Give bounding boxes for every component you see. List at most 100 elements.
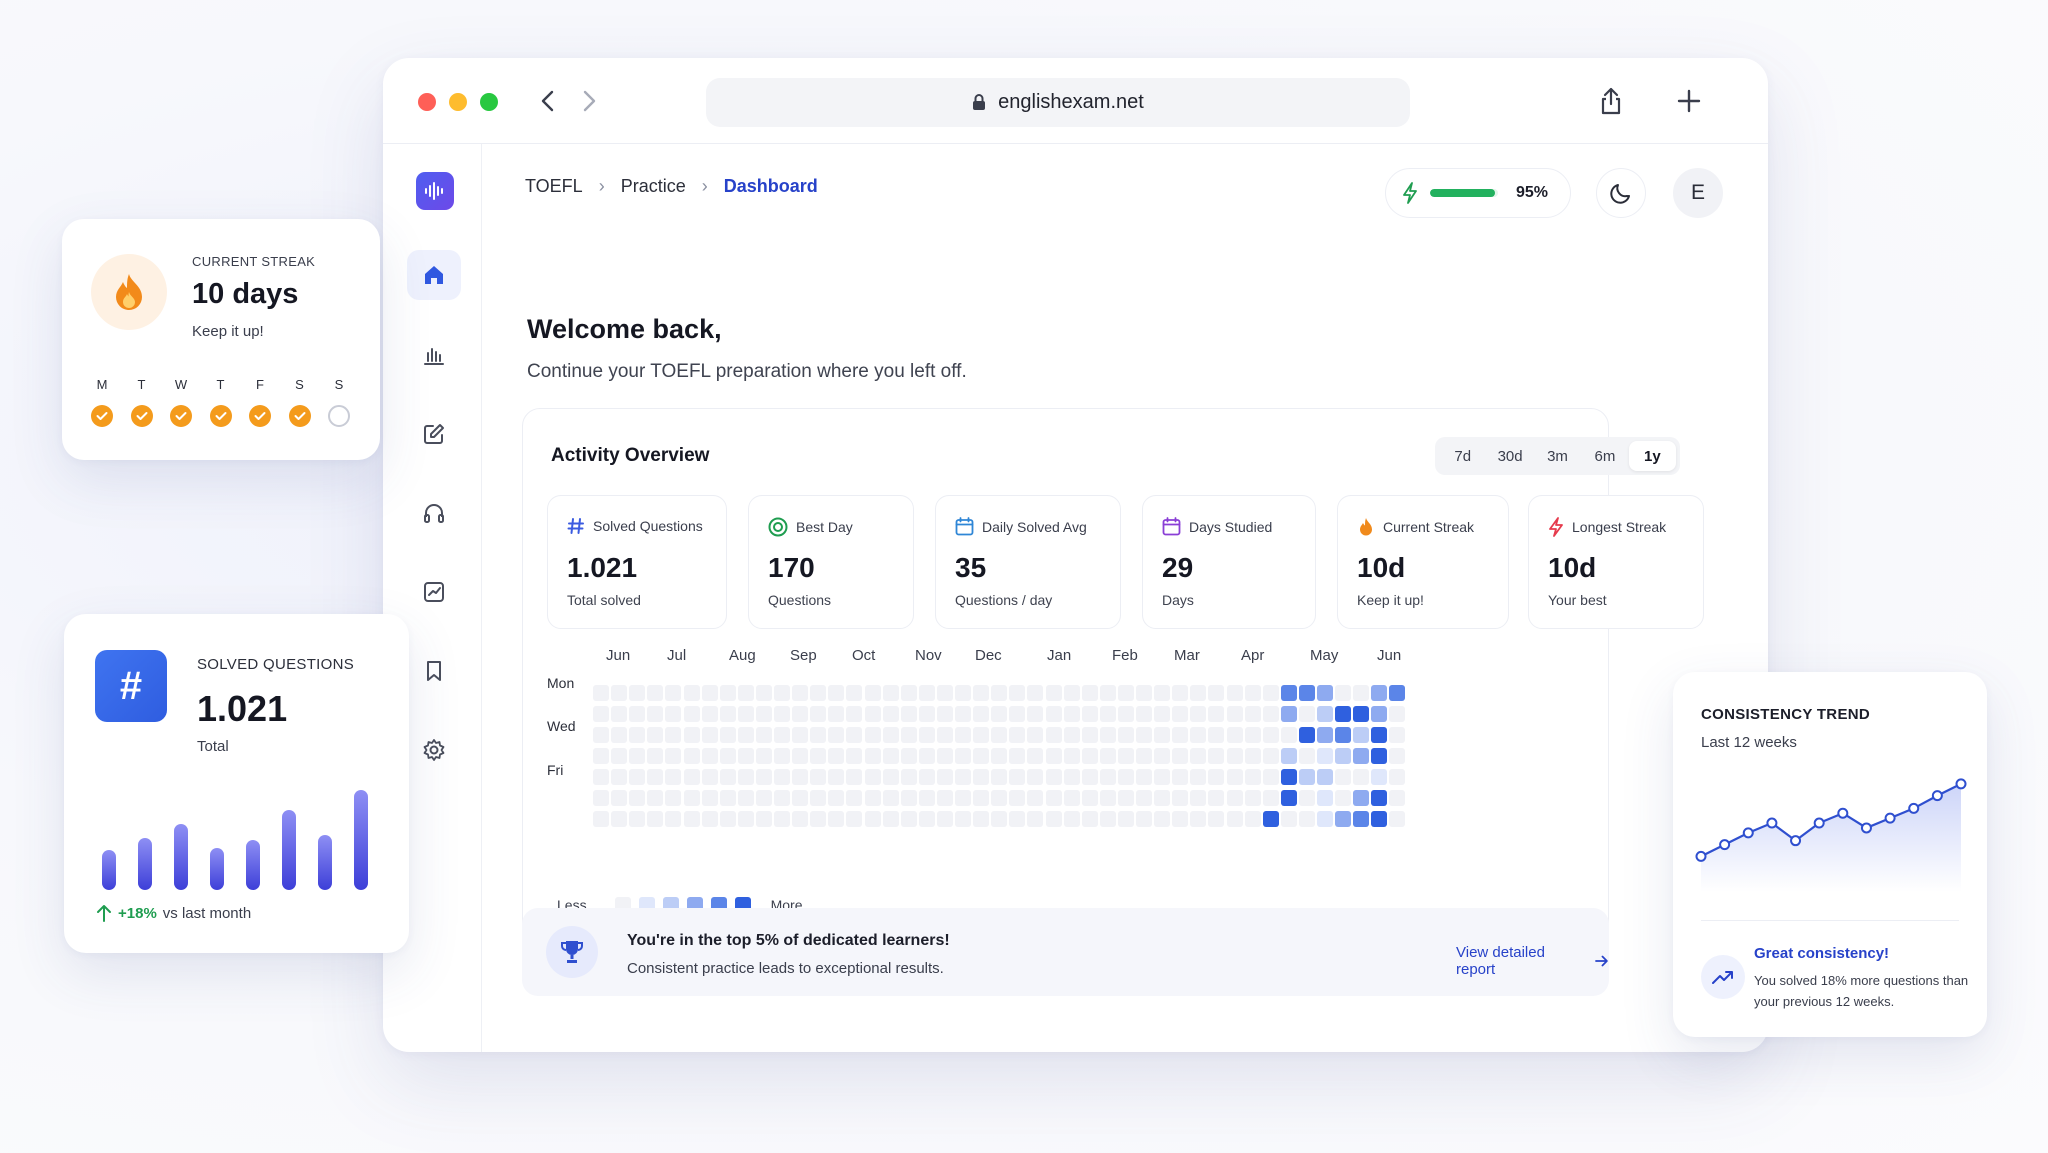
heatmap-cell[interactable] xyxy=(1099,811,1116,827)
view-report-link[interactable]: View detailed report xyxy=(1456,944,1609,978)
heatmap-cell[interactable] xyxy=(755,685,772,701)
heatmap-cell[interactable] xyxy=(629,727,646,743)
heatmap-cell[interactable] xyxy=(1099,748,1116,764)
heatmap-cell[interactable] xyxy=(1136,748,1152,764)
heatmap-cell[interactable] xyxy=(1298,685,1315,701)
sidebar-item-progress[interactable] xyxy=(407,567,461,617)
heatmap-cell[interactable] xyxy=(828,727,845,743)
heatmap-cell[interactable] xyxy=(629,790,646,806)
heatmap-cell[interactable] xyxy=(936,727,953,743)
sidebar-item-writing[interactable] xyxy=(407,409,461,459)
heatmap-cell[interactable] xyxy=(1371,769,1388,785)
heatmap-cell[interactable] xyxy=(1353,790,1370,806)
heatmap-cell[interactable] xyxy=(792,811,809,827)
heatmap-cell[interactable] xyxy=(1099,790,1116,806)
heatmap-cell[interactable] xyxy=(1009,706,1026,722)
heatmap-cell[interactable] xyxy=(1208,706,1225,722)
sidebar-item-statistics[interactable] xyxy=(407,330,461,380)
heatmap-cell[interactable] xyxy=(1154,685,1171,701)
heatmap-cell[interactable] xyxy=(774,769,790,785)
heatmap-cell[interactable] xyxy=(683,748,700,764)
heatmap-cell[interactable] xyxy=(1063,727,1080,743)
heatmap-cell[interactable] xyxy=(774,706,790,722)
heatmap-cell[interactable] xyxy=(755,748,772,764)
heatmap-cell[interactable] xyxy=(1317,685,1333,701)
heatmap-cell[interactable] xyxy=(1136,769,1152,785)
sidebar-item-bookmarks[interactable] xyxy=(407,646,461,696)
heatmap-cell[interactable] xyxy=(1353,748,1370,764)
heatmap-cell[interactable] xyxy=(611,685,628,701)
heatmap-cell[interactable] xyxy=(629,748,646,764)
heatmap-cell[interactable] xyxy=(1317,727,1333,743)
heatmap-cell[interactable] xyxy=(1208,685,1225,701)
heatmap-cell[interactable] xyxy=(973,790,990,806)
heatmap-cell[interactable] xyxy=(810,706,827,722)
range-3m-button[interactable]: 3m xyxy=(1534,441,1581,471)
heatmap-cell[interactable] xyxy=(1172,790,1189,806)
heatmap-cell[interactable] xyxy=(1226,769,1243,785)
heatmap-cell[interactable] xyxy=(1117,748,1134,764)
heatmap-cell[interactable] xyxy=(1298,748,1315,764)
heatmap-cell[interactable] xyxy=(1154,811,1171,827)
heatmap-cell[interactable] xyxy=(1081,769,1098,785)
heatmap-cell[interactable] xyxy=(1335,706,1352,722)
heatmap-cell[interactable] xyxy=(828,706,845,722)
sidebar-item-settings[interactable] xyxy=(407,725,461,775)
heatmap-cell[interactable] xyxy=(593,769,609,785)
address-bar[interactable]: englishexam.net xyxy=(706,78,1410,127)
heatmap-cell[interactable] xyxy=(647,706,664,722)
heatmap-cell[interactable] xyxy=(1389,706,1406,722)
heatmap-cell[interactable] xyxy=(828,685,845,701)
heatmap-cell[interactable] xyxy=(828,811,845,827)
heatmap-cell[interactable] xyxy=(846,769,863,785)
heatmap-cell[interactable] xyxy=(973,769,990,785)
heatmap-cell[interactable] xyxy=(701,685,718,701)
heatmap-cell[interactable] xyxy=(1335,769,1352,785)
heatmap-cell[interactable] xyxy=(900,748,917,764)
heatmap-cell[interactable] xyxy=(955,748,971,764)
heatmap-cell[interactable] xyxy=(955,706,971,722)
heatmap-cell[interactable] xyxy=(846,706,863,722)
heatmap-cell[interactable] xyxy=(1389,769,1406,785)
heatmap-cell[interactable] xyxy=(918,790,935,806)
heatmap-cell[interactable] xyxy=(864,727,881,743)
heatmap-cell[interactable] xyxy=(1371,790,1388,806)
heatmap-cell[interactable] xyxy=(1009,748,1026,764)
heatmap-cell[interactable] xyxy=(1045,769,1062,785)
heatmap-cell[interactable] xyxy=(1317,748,1333,764)
heatmap-cell[interactable] xyxy=(1136,706,1152,722)
heatmap-cell[interactable] xyxy=(683,706,700,722)
heatmap-cell[interactable] xyxy=(1190,706,1207,722)
heatmap-cell[interactable] xyxy=(1099,769,1116,785)
heatmap-cell[interactable] xyxy=(1389,727,1406,743)
heatmap-cell[interactable] xyxy=(991,790,1008,806)
heatmap-cell[interactable] xyxy=(1335,811,1352,827)
heatmap-cell[interactable] xyxy=(647,790,664,806)
heatmap-cell[interactable] xyxy=(1226,790,1243,806)
heatmap-cell[interactable] xyxy=(1154,727,1171,743)
heatmap-cell[interactable] xyxy=(1154,748,1171,764)
heatmap-cell[interactable] xyxy=(1226,685,1243,701)
close-window-button[interactable] xyxy=(418,93,436,111)
heatmap-cell[interactable] xyxy=(1190,727,1207,743)
heatmap-cell[interactable] xyxy=(1280,790,1297,806)
heatmap-cell[interactable] xyxy=(864,685,881,701)
heatmap-cell[interactable] xyxy=(665,706,682,722)
heatmap-cell[interactable] xyxy=(792,769,809,785)
heatmap-cell[interactable] xyxy=(991,748,1008,764)
heatmap-cell[interactable] xyxy=(936,706,953,722)
heatmap-cell[interactable] xyxy=(1298,727,1315,743)
heatmap-cell[interactable] xyxy=(629,685,646,701)
heatmap-cell[interactable] xyxy=(1317,790,1333,806)
heatmap-cell[interactable] xyxy=(1262,706,1279,722)
heatmap-cell[interactable] xyxy=(1081,811,1098,827)
heatmap-cell[interactable] xyxy=(647,685,664,701)
range-6m-button[interactable]: 6m xyxy=(1581,441,1628,471)
heatmap-cell[interactable] xyxy=(719,769,736,785)
heatmap-cell[interactable] xyxy=(593,706,609,722)
heatmap-cell[interactable] xyxy=(810,748,827,764)
heatmap-cell[interactable] xyxy=(1172,811,1189,827)
heatmap-cell[interactable] xyxy=(593,727,609,743)
sidebar-item-home[interactable] xyxy=(407,250,461,300)
heatmap-cell[interactable] xyxy=(611,811,628,827)
